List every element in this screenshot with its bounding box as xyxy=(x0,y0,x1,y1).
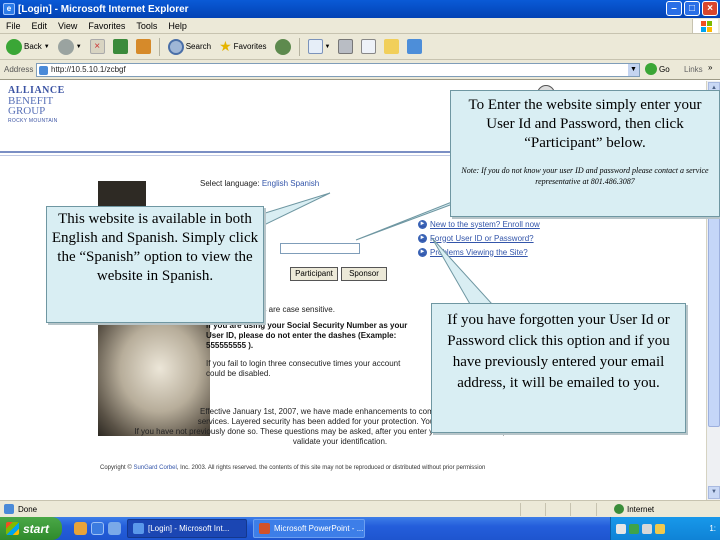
taskbar: start [Login] - Microsoft Int... Microso… xyxy=(0,517,720,540)
status-cell xyxy=(570,503,571,516)
status-cell xyxy=(545,503,546,516)
start-button[interactable]: start xyxy=(0,517,62,540)
security-shield-icon[interactable] xyxy=(655,523,665,534)
status-bar: Done Internet xyxy=(0,500,720,517)
forgot-password-callout: If you have forgotten your User Id or Pa… xyxy=(431,303,686,433)
internet-explorer-icon xyxy=(133,523,144,534)
task-powerpoint[interactable]: Microsoft PowerPoint - ... xyxy=(253,519,365,538)
internet-explorer-icon[interactable] xyxy=(91,522,104,535)
login-instructions-callout: To Enter the website simply enter your U… xyxy=(450,90,720,217)
language-callout: This website is available in both Englis… xyxy=(46,206,264,323)
page-done-icon xyxy=(4,504,14,514)
left-callout-pointer xyxy=(261,192,331,227)
globe-icon xyxy=(614,504,624,514)
security-zone: Internet xyxy=(614,504,654,514)
network-icon[interactable] xyxy=(616,523,626,534)
clock[interactable]: 1: xyxy=(709,524,716,533)
top-callout-pointer xyxy=(355,197,463,241)
task-internet-explorer[interactable]: [Login] - Microsoft Int... xyxy=(127,519,247,538)
system-tray: 1: xyxy=(610,517,720,540)
status-cell xyxy=(596,503,597,516)
show-desktop-icon[interactable] xyxy=(108,522,121,535)
powerpoint-icon xyxy=(259,523,270,534)
right-callout-pointer xyxy=(431,237,494,305)
status-cell xyxy=(520,503,521,516)
quick-launch xyxy=(74,522,121,535)
status-text: Done xyxy=(4,504,37,514)
antivirus-icon[interactable] xyxy=(629,523,639,534)
windows-flag-icon xyxy=(6,522,19,535)
outlook-icon[interactable] xyxy=(74,522,87,535)
volume-icon[interactable] xyxy=(642,523,652,534)
